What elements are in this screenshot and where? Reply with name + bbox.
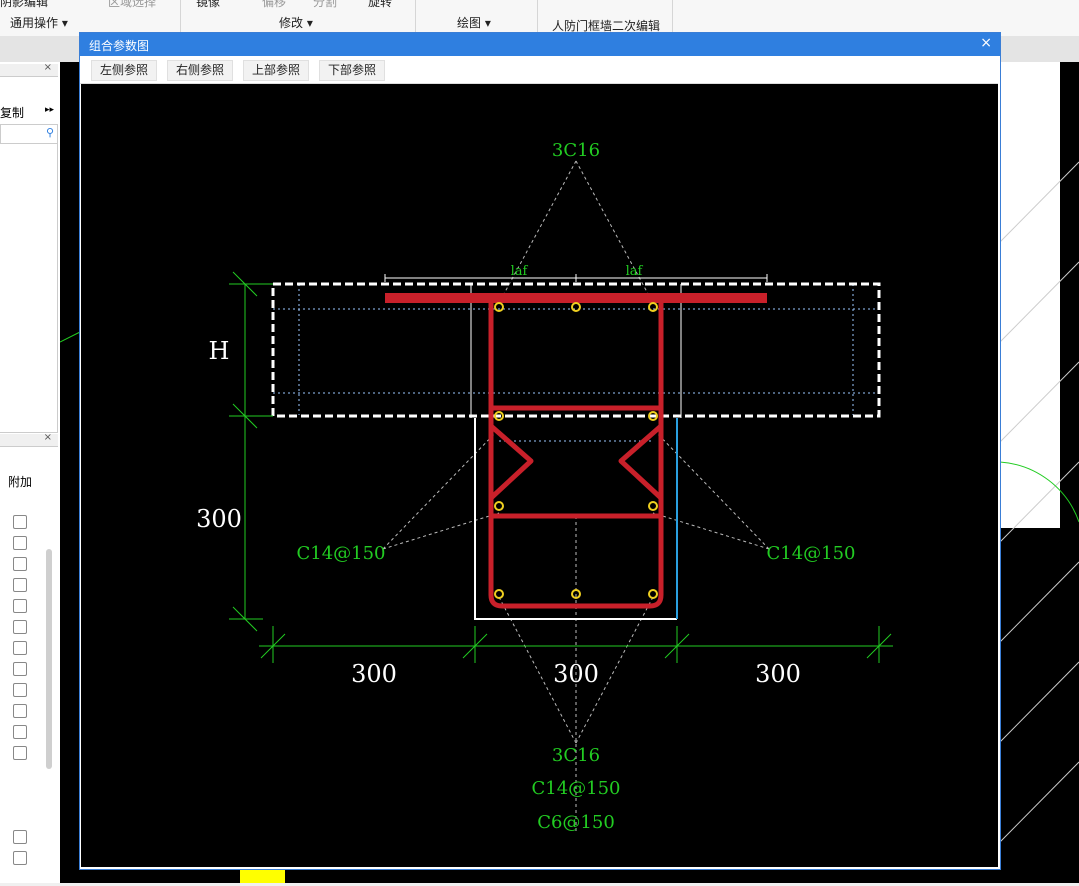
copy-label[interactable]: 复制 (0, 104, 24, 121)
ribbon-separator (537, 0, 538, 36)
rebar-label-top: 3C16 (552, 140, 600, 161)
checkbox[interactable] (13, 725, 27, 739)
dialog-titlebar[interactable]: 组合参数图 × (80, 33, 1000, 56)
rebar-label-bottom-2: C14@150 (531, 778, 620, 799)
laf-label-left: laf (511, 264, 529, 279)
rebar-label-left: C14@150 (296, 543, 385, 564)
dim-vertical-300: 300 (196, 505, 242, 533)
dim-left-300: 300 (351, 660, 397, 688)
ribbon-separator (180, 0, 181, 36)
rebar-label-bottom-3: C6@150 (537, 812, 615, 833)
checkbox[interactable] (13, 557, 27, 571)
ribbon-group-general[interactable]: 通用操作 ▾ (10, 14, 68, 31)
section-drawing: laf laf H 300 300 300 300 3C16 C14@150 C… (196, 140, 893, 833)
dim-mid-300: 300 (553, 660, 599, 688)
checkbox[interactable] (13, 683, 27, 697)
leader-lines (382, 160, 770, 831)
ribbon-item-split[interactable]: 分割 (313, 0, 337, 10)
checkbox[interactable] (13, 851, 27, 865)
ribbon-item-shadow-edit[interactable]: 阴影编辑 (0, 0, 48, 10)
vertical-dimension (229, 271, 273, 632)
panel-header: × (0, 432, 58, 447)
checkbox[interactable] (13, 830, 27, 844)
checkbox[interactable] (13, 578, 27, 592)
rebar-label-right: C14@150 (766, 543, 855, 564)
tree-area (0, 142, 58, 433)
ribbon-separator (672, 0, 673, 36)
checkbox[interactable] (13, 620, 27, 634)
close-icon[interactable]: × (44, 62, 52, 73)
checkbox[interactable] (13, 662, 27, 676)
column-header-additional: 附加 (8, 475, 33, 489)
checkbox[interactable] (13, 599, 27, 613)
checkbox[interactable] (13, 536, 27, 550)
ribbon-separator (415, 0, 416, 36)
search-icon[interactable]: ⚲ (46, 126, 54, 139)
bottom-reference-button[interactable]: 下部参照 (319, 60, 386, 81)
checkbox[interactable] (13, 746, 27, 760)
top-reference-button[interactable]: 上部参照 (243, 60, 310, 81)
checkbox[interactable] (13, 641, 27, 655)
dialog-toolbar: 左侧参照 右侧参照 上部参照 下部参照 (80, 56, 998, 84)
ribbon-item-rotate[interactable]: 旋转 (368, 0, 392, 10)
ribbon-item-offset[interactable]: 偏移 (262, 0, 286, 10)
checkbox[interactable] (13, 704, 27, 718)
right-reference-button[interactable]: 右侧参照 (167, 60, 234, 81)
dim-right-300: 300 (755, 660, 801, 688)
ribbon-group-modify[interactable]: 修改 ▾ (279, 14, 313, 31)
dialog-close-button[interactable]: × (980, 35, 992, 51)
laf-label-right: laf (626, 264, 644, 279)
dim-h-label: H (209, 337, 230, 365)
ribbon-item-region-select[interactable]: 区域选择 (108, 0, 156, 10)
laf-dimension (384, 274, 768, 282)
ribbon-item-mirror[interactable]: 镜像 (196, 0, 220, 10)
close-icon[interactable]: × (44, 432, 52, 443)
scrollbar[interactable] (46, 549, 52, 769)
rebar-label-bottom-1: 3C16 (552, 745, 600, 766)
left-panel: × 复制 ▸▸ ⚲ × 附加 (0, 62, 60, 883)
left-reference-button[interactable]: 左侧参照 (91, 60, 158, 81)
panel-header: × (0, 62, 58, 77)
checkbox[interactable] (13, 515, 27, 529)
combination-parameter-dialog: 组合参数图 × 左侧参照 右侧参照 上部参照 下部参照 laf laf H 30… (79, 32, 1001, 870)
ribbon-group-draw[interactable]: 绘图 ▾ (457, 14, 491, 31)
search-input[interactable]: ⚲ (0, 124, 58, 144)
dialog-title: 组合参数图 (89, 39, 150, 53)
parameter-drawing-canvas[interactable]: laf laf H 300 300 300 300 3C16 C14@150 C… (81, 84, 998, 867)
expand-icon[interactable]: ▸▸ (45, 105, 54, 115)
